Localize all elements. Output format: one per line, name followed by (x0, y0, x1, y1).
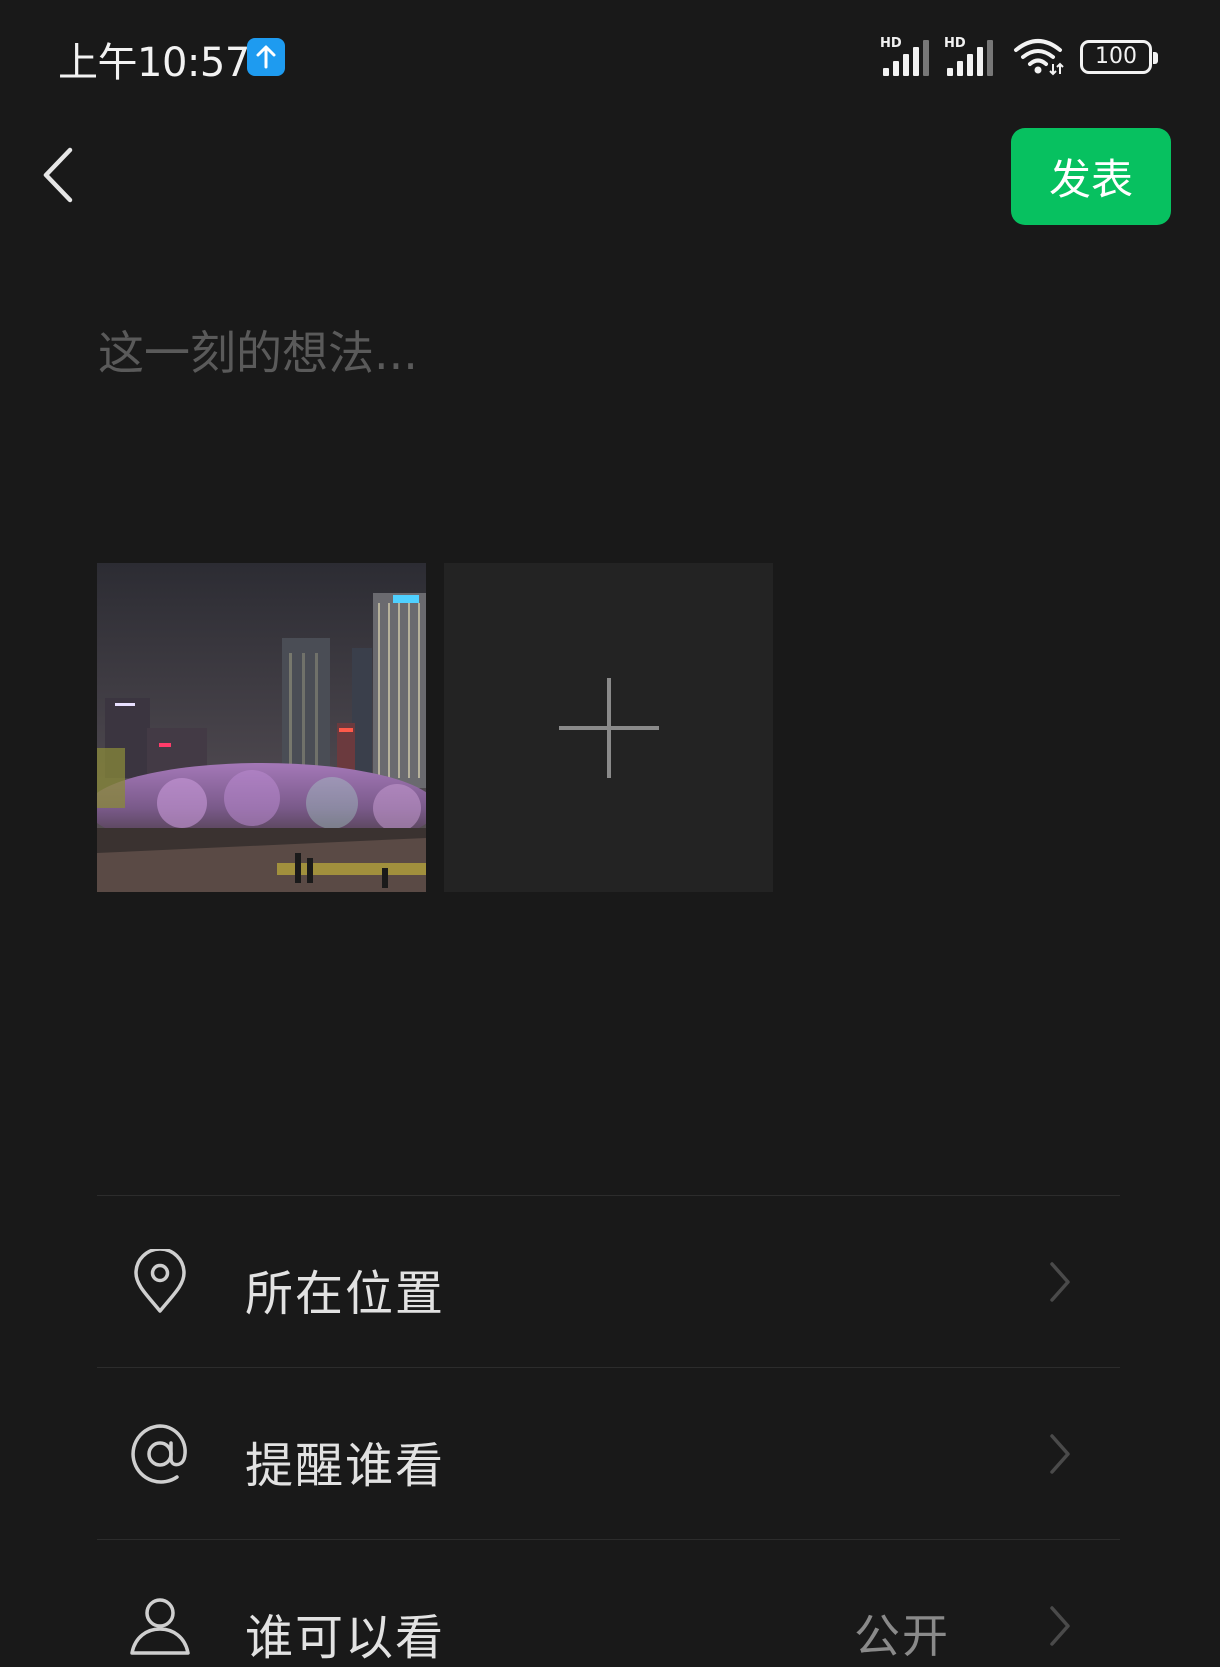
chevron-left-icon (43, 147, 73, 203)
battery-level: 100 (1095, 44, 1137, 69)
status-bar: 上午10:57 HD HD 100 (0, 0, 1220, 110)
option-location[interactable]: 所在位置 (97, 1196, 1120, 1368)
wifi-icon (1012, 38, 1068, 76)
option-remind-label: 提醒谁看 (245, 1438, 446, 1494)
option-location-label: 所在位置 (245, 1266, 446, 1322)
back-button[interactable] (36, 142, 86, 208)
moments-compose-screen: 上午10:57 HD HD 100 发表 这一刻的想法... 所在位置 提醒谁看… (0, 0, 1220, 1667)
location-pin-icon (134, 1249, 186, 1313)
cellular-signal-icon: HD (880, 36, 936, 76)
cellular-signal-icon-2: HD (944, 36, 1000, 76)
city-night-photo (97, 563, 426, 892)
battery-icon: 100 (1080, 40, 1158, 74)
option-visibility-label: 谁可以看 (245, 1610, 446, 1666)
option-remind[interactable]: 提醒谁看 (97, 1368, 1120, 1540)
photo-thumbnail[interactable] (97, 563, 426, 892)
option-visibility[interactable]: 谁可以看 公开 (97, 1540, 1120, 1667)
publish-button[interactable]: 发表 (1011, 128, 1171, 225)
chevron-right-icon (1050, 1434, 1070, 1474)
chevron-right-icon (1050, 1262, 1070, 1302)
chevron-right-icon (1050, 1606, 1070, 1646)
upload-arrow-icon (247, 38, 285, 76)
thought-input[interactable] (98, 318, 1118, 388)
option-visibility-value: 公开 (854, 1609, 950, 1663)
signal-hd-label-2: HD (944, 36, 966, 51)
at-sign-icon (131, 1424, 187, 1484)
plus-icon (559, 678, 659, 778)
signal-hd-label: HD (880, 36, 902, 51)
person-icon (130, 1598, 190, 1655)
status-time: 上午10:57 (58, 40, 250, 86)
add-photo-button[interactable] (444, 563, 773, 892)
